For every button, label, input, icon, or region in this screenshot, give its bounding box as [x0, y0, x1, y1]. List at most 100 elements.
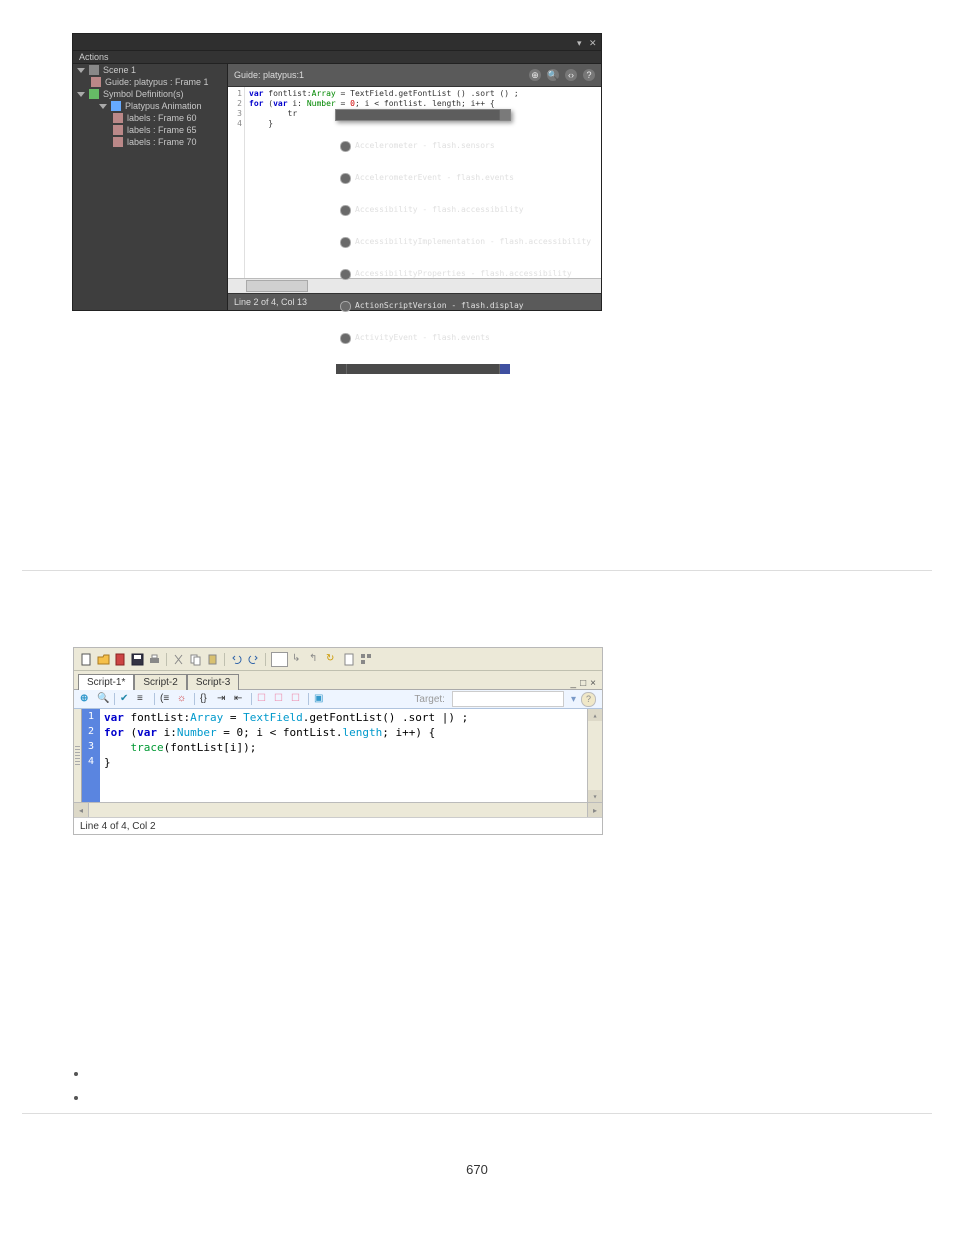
minimize-icon[interactable]: _ [571, 678, 577, 689]
subheader-label: Actions [79, 52, 109, 62]
tree-label: Platypus Animation [125, 101, 202, 111]
close-tab-icon[interactable]: × [590, 678, 596, 689]
search-box-icon[interactable] [271, 652, 288, 667]
find-icon[interactable]: 🔍 [97, 693, 109, 705]
autocomplete-popup[interactable]: Accelerometer - flash.sensors Accelerome… [335, 109, 511, 121]
chevron-down-icon[interactable]: ▾ [571, 694, 576, 705]
code-editor-2[interactable]: 1234 var fontList:Array = TextField.getF… [74, 709, 602, 802]
tree-item-guide[interactable]: Guide: platypus : Frame 1 [73, 76, 227, 88]
copy-icon[interactable] [189, 653, 202, 666]
comment-icon[interactable]: ☐ [257, 693, 269, 705]
collapse-out-icon[interactable]: ⇤ [234, 693, 246, 705]
add-icon[interactable]: ⊕ [80, 693, 92, 705]
options-icon[interactable]: ▣ [314, 693, 326, 705]
collapse-in-icon[interactable]: ⇥ [217, 693, 229, 705]
editor-header-label: Guide: platypus:1 [234, 70, 304, 80]
side-grip[interactable] [74, 709, 82, 802]
cut-icon[interactable] [172, 653, 185, 666]
puzzle-icon [89, 89, 99, 99]
step-out-icon[interactable]: ↰ [309, 653, 322, 666]
tab-script-2[interactable]: Script-2 [134, 674, 186, 690]
scroll-right-icon[interactable]: ▸ [587, 803, 602, 817]
help-icon[interactable]: ? [583, 69, 595, 81]
blocks-icon[interactable] [360, 653, 373, 666]
autocomplete-item[interactable]: AccessibilityProperties - flash.accessib… [336, 268, 510, 280]
tab-script-1[interactable]: Script-1* [78, 674, 134, 690]
expand-icon[interactable] [77, 92, 85, 97]
pin-icon[interactable]: ⊕ [529, 69, 541, 81]
block-comment-icon[interactable]: ☐ [291, 693, 303, 705]
undo-icon[interactable] [230, 653, 243, 666]
code-editor[interactable]: 1234 var fontlist:Array = TextField.getF… [228, 87, 601, 278]
tree-item-frame[interactable]: labels : Frame 65 [73, 124, 227, 136]
recent-icon[interactable] [114, 653, 127, 666]
popup-vscroll[interactable] [499, 110, 510, 120]
target-select[interactable] [452, 691, 564, 707]
editor-status-2: Line 4 of 4, Col 2 [74, 817, 602, 834]
expand-icon[interactable] [77, 68, 85, 73]
code-lines[interactable]: var fontList:Array = TextField.getFontLi… [100, 709, 587, 802]
tree-item-symdefs[interactable]: Symbol Definition(s) [73, 88, 227, 100]
expand-icon[interactable] [99, 104, 107, 109]
autocomplete-label: Accelerometer - flash.sensors [355, 141, 495, 151]
step-in-icon[interactable]: ↳ [292, 653, 305, 666]
tab-label: Script-3 [196, 677, 230, 688]
panel-titlebar[interactable]: ▾ ✕ [73, 34, 601, 50]
class-icon [340, 205, 351, 216]
autocomplete-item[interactable]: ActivityEvent - flash.events [336, 332, 510, 344]
scene-tree[interactable]: Scene 1 Guide: platypus : Frame 1 Symbol… [73, 64, 228, 310]
autocomplete-item[interactable]: Accessibility - flash.accessibility [336, 204, 510, 216]
scroll-left-icon[interactable]: ◂ [74, 803, 89, 817]
new-file-icon[interactable] [80, 653, 93, 666]
paste-icon[interactable] [206, 653, 219, 666]
tab-script-3[interactable]: Script-3 [187, 674, 239, 690]
page-rule [22, 570, 932, 571]
scroll-down-icon[interactable]: ▾ [588, 790, 602, 802]
find-icon[interactable]: 🔍 [547, 69, 559, 81]
tree-item-frame[interactable]: labels : Frame 70 [73, 136, 227, 148]
autocomplete-item[interactable]: ActionScriptVersion - flash.display [336, 300, 510, 312]
tree-label: Guide: platypus : Frame 1 [105, 77, 209, 87]
collapse-icon[interactable]: ▾ [577, 38, 585, 46]
help-icon[interactable]: ? [581, 692, 596, 707]
script-editor: ↳ ↰ ↻ Script-1* Script-2 Script-3 _ □ × … [73, 647, 603, 835]
vertical-scrollbar[interactable]: ▴ ▾ [587, 709, 602, 802]
redo-icon[interactable] [247, 653, 260, 666]
brace-match-icon[interactable]: {} [200, 693, 212, 705]
save-icon[interactable] [131, 653, 144, 666]
autocomplete-label: ActivityEvent - flash.events [355, 333, 490, 343]
page-rule [22, 1113, 932, 1114]
code-icon[interactable]: ‹› [565, 69, 577, 81]
autocomplete-item[interactable]: AccessibilityImplementation - flash.acce… [336, 236, 510, 248]
restore-icon[interactable]: □ [580, 678, 586, 689]
script-toolbar: ⊕ 🔍 ✔ ≡ (≡ ☼ {} ⇥ ⇤ ☐ ☐ ☐ ▣ Target: ▾ ? [74, 690, 602, 709]
autoformat-icon[interactable]: ≡ [137, 693, 149, 705]
autocomplete-item[interactable]: AccelerometerEvent - flash.events [336, 172, 510, 184]
debug-icon[interactable]: ☼ [177, 693, 189, 705]
print-icon[interactable] [148, 653, 161, 666]
frame-icon [91, 77, 101, 87]
tree-label: labels : Frame 70 [127, 137, 197, 147]
class-icon [340, 173, 351, 184]
autocomplete-label: AccelerometerEvent - flash.events [355, 173, 514, 183]
autocomplete-item[interactable]: Accelerometer - flash.sensors [336, 140, 510, 152]
code-lines[interactable]: var fontlist:Array = TextField.getFontLi… [245, 87, 601, 278]
status-text: Line 2 of 4, Col 13 [234, 297, 307, 307]
tree-item-animation[interactable]: Platypus Animation [73, 100, 227, 112]
popup-hscroll[interactable] [336, 364, 510, 374]
open-file-icon[interactable] [97, 653, 110, 666]
autocomplete-label: ActionScriptVersion - flash.display [355, 301, 524, 311]
scroll-up-icon[interactable]: ▴ [588, 709, 602, 721]
close-icon[interactable]: ✕ [589, 38, 597, 46]
check-syntax-icon[interactable]: ✔ [120, 693, 132, 705]
sheet-icon[interactable] [343, 653, 356, 666]
reload-icon[interactable]: ↻ [326, 653, 339, 666]
horizontal-scrollbar[interactable]: ◂ ▸ [74, 802, 602, 817]
tree-label: labels : Frame 60 [127, 113, 197, 123]
uncomment-icon[interactable]: ☐ [274, 693, 286, 705]
codehint-icon[interactable]: (≡ [160, 693, 172, 705]
tree-item-scene[interactable]: Scene 1 [73, 64, 227, 76]
class-icon [340, 301, 351, 312]
editor-header: Guide: platypus:1 ⊕ 🔍 ‹› ? [228, 64, 601, 87]
tree-item-frame[interactable]: labels : Frame 60 [73, 112, 227, 124]
